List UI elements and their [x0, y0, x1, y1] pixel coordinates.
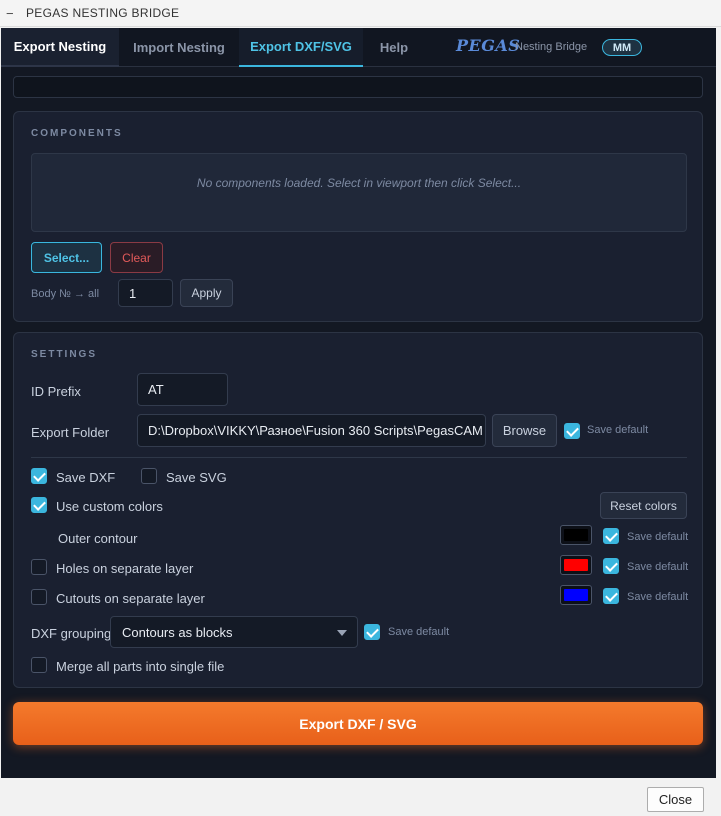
merge-parts-label: Merge all parts into single file [56, 659, 225, 674]
dialog-footer [0, 779, 721, 816]
tab-export-nesting[interactable]: Export Nesting [1, 28, 119, 67]
outer-contour-label: Outer contour [58, 531, 138, 546]
cutouts-color-swatch[interactable] [560, 585, 592, 605]
tab-bar: Export Nesting Import Nesting Export DXF… [1, 28, 716, 67]
tab-help[interactable]: Help [363, 28, 425, 67]
folder-save-default-checkbox[interactable] [564, 423, 580, 439]
settings-heading: SETTINGS [31, 349, 98, 360]
select-button[interactable]: Select... [31, 242, 102, 273]
cutouts-save-default-checkbox[interactable] [603, 588, 619, 604]
holes-layer-checkbox[interactable] [31, 559, 47, 575]
clear-button[interactable]: Clear [110, 242, 163, 273]
use-custom-colors-label: Use custom colors [56, 499, 163, 514]
cutouts-layer-label: Cutouts on separate layer [56, 591, 205, 606]
divider [31, 457, 687, 458]
app-panel: Export Nesting Import Nesting Export DXF… [1, 28, 716, 778]
dxf-grouping-label: DXF grouping [31, 626, 112, 641]
apply-button[interactable]: Apply [180, 279, 233, 307]
export-folder-input[interactable]: D:\Dropbox\VIKKY\Разное\Fusion 360 Scrip… [137, 414, 486, 447]
body-number-input[interactable]: 1 [118, 279, 173, 307]
id-prefix-label: ID Prefix [31, 384, 81, 399]
save-svg-label: Save SVG [166, 470, 227, 485]
pegas-logo: PEGAS [456, 36, 521, 55]
holes-color-fill [564, 559, 588, 571]
id-prefix-input[interactable]: AT [137, 373, 228, 406]
cutouts-layer-checkbox[interactable] [31, 589, 47, 605]
status-bar [13, 76, 703, 98]
outer-save-default-label: Save default [627, 531, 689, 543]
holes-color-swatch[interactable] [560, 555, 592, 575]
save-dxf-checkbox[interactable] [31, 468, 47, 484]
folder-save-default-label: Save default [587, 424, 649, 436]
unit-badge[interactable]: MM [602, 39, 642, 56]
reset-colors-button[interactable]: Reset colors [600, 492, 687, 519]
components-panel: COMPONENTS No components loaded. Select … [13, 111, 703, 322]
holes-layer-label: Holes on separate layer [56, 561, 194, 576]
grouping-save-default-label: Save default [388, 626, 450, 638]
components-list: No components loaded. Select in viewport… [31, 153, 687, 232]
components-heading: COMPONENTS [31, 128, 123, 139]
dxf-grouping-value: Contours as blocks [122, 624, 233, 640]
tab-export-dxf-svg[interactable]: Export DXF/SVG [239, 28, 363, 67]
outer-save-default-checkbox[interactable] [603, 528, 619, 544]
brand-subtitle: Nesting Bridge [515, 41, 588, 53]
body-label: Body № → all [31, 288, 100, 300]
chevron-down-icon [337, 630, 347, 636]
tab-import-nesting[interactable]: Import Nesting [119, 28, 239, 67]
browse-button[interactable]: Browse [492, 414, 557, 447]
close-button[interactable]: Close [647, 787, 704, 812]
components-empty-text: No components loaded. Select in viewport… [196, 175, 522, 190]
use-custom-colors-checkbox[interactable] [31, 497, 47, 513]
holes-save-default-label: Save default [627, 561, 689, 573]
cutouts-save-default-label: Save default [627, 591, 689, 603]
outer-contour-color-fill [564, 529, 588, 541]
holes-save-default-checkbox[interactable] [603, 558, 619, 574]
save-dxf-label: Save DXF [56, 470, 116, 485]
export-dxf-svg-button[interactable]: Export DXF / SVG [13, 702, 703, 745]
window-titlebar: − PEGAS NESTING BRIDGE [0, 0, 721, 27]
settings-panel: SETTINGS ID Prefix AT Export Folder D:\D… [13, 332, 703, 688]
export-folder-label: Export Folder [31, 425, 110, 440]
window-title: PEGAS NESTING BRIDGE [26, 6, 180, 20]
save-svg-checkbox[interactable] [141, 468, 157, 484]
merge-parts-checkbox[interactable] [31, 657, 47, 673]
cutouts-color-fill [564, 589, 588, 601]
right-edge [716, 28, 721, 779]
dxf-grouping-select[interactable]: Contours as blocks [110, 616, 358, 648]
minimize-icon[interactable]: − [6, 7, 18, 20]
grouping-save-default-checkbox[interactable] [364, 624, 380, 640]
outer-contour-color-swatch[interactable] [560, 525, 592, 545]
